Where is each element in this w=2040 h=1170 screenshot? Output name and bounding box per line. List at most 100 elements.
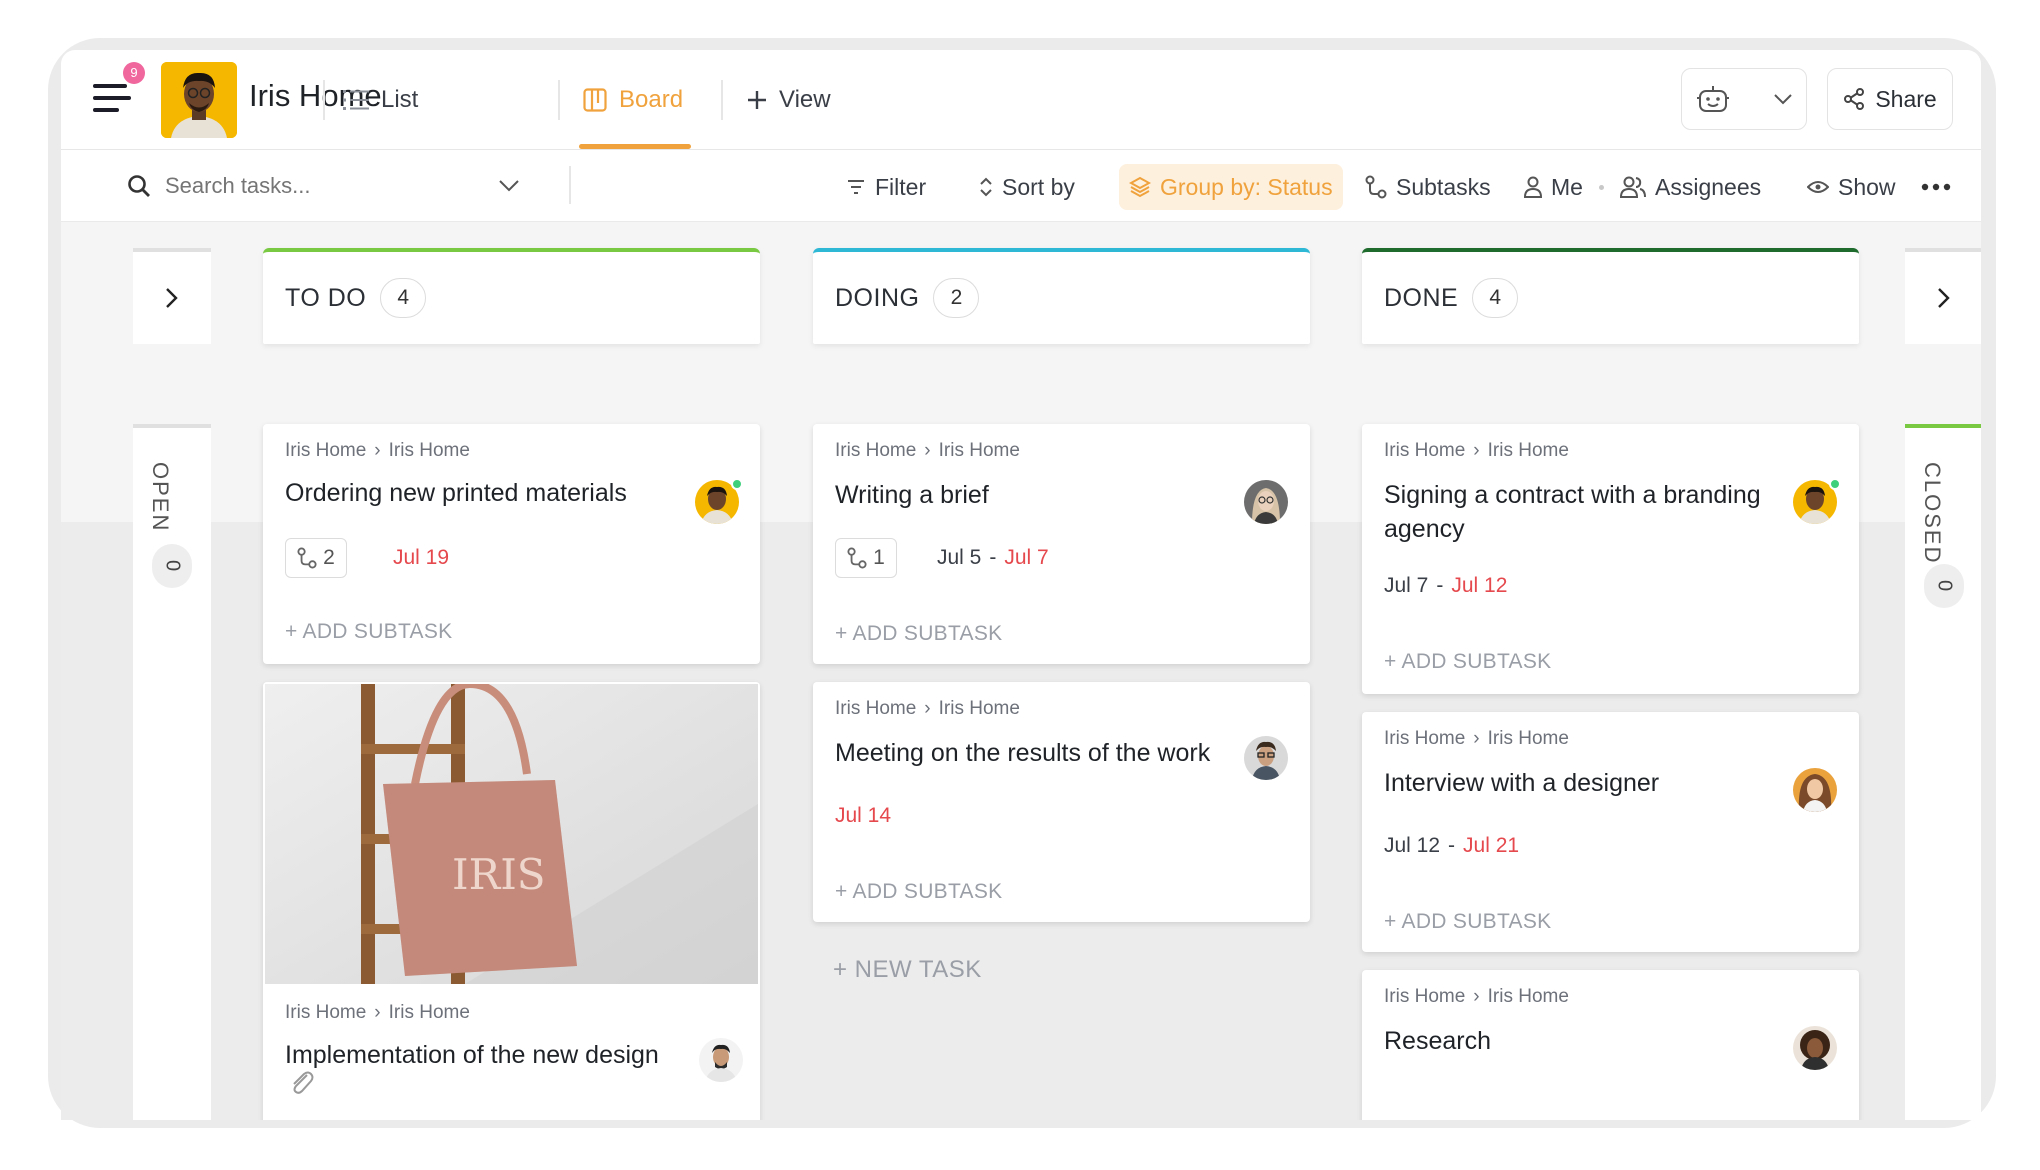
- filter-label: Filter: [875, 173, 927, 200]
- group-label: OPEN: [148, 462, 173, 533]
- new-task-button[interactable]: + NEW TASK: [833, 956, 982, 984]
- group-by-button[interactable]: Group by: Status: [1119, 164, 1343, 210]
- subtasks-button[interactable]: Subtasks: [1355, 164, 1501, 210]
- subtask-count-badge[interactable]: 1: [835, 538, 897, 578]
- group-count: 0: [152, 544, 192, 588]
- task-card[interactable]: Iris Home › Iris Home Meeting on the resul…: [813, 682, 1310, 922]
- filter-button[interactable]: Filter: [836, 164, 936, 210]
- tab-list[interactable]: List: [343, 72, 418, 128]
- cover-image: IRIS: [265, 684, 758, 984]
- add-subtask-button[interactable]: + ADD SUBTASK: [1384, 910, 1551, 934]
- assignee-avatar[interactable]: [699, 1038, 743, 1082]
- online-indicator: [1829, 478, 1841, 490]
- sort-button[interactable]: Sort by: [969, 164, 1085, 210]
- divider: [323, 80, 325, 120]
- group-closed-collapsed[interactable]: CLOSED 0: [1905, 424, 1981, 1120]
- top-bar: 9 Iris Home List Board View Share: [61, 50, 1981, 150]
- chevron-right-icon: [166, 288, 178, 308]
- due-date[interactable]: Jul 14: [835, 804, 891, 828]
- add-subtask-button[interactable]: + ADD SUBTASK: [1384, 650, 1551, 674]
- subtask-count-badge[interactable]: 2: [285, 538, 347, 578]
- attachment-icon[interactable]: [287, 1068, 317, 1098]
- column-title: DONE: [1384, 283, 1459, 312]
- task-card[interactable]: Iris Home › Iris Home Signing a contract w…: [1362, 424, 1859, 694]
- search-input[interactable]: [165, 173, 485, 199]
- task-title: Ordering new printed materials: [285, 479, 627, 507]
- users-icon: [1620, 176, 1646, 198]
- divider: [569, 166, 571, 204]
- assignee-avatar[interactable]: [1244, 480, 1288, 524]
- breadcrumb: Iris Home › Iris Home: [1384, 986, 1569, 1007]
- toolbar: Filter Sort by Group by: Status Subtasks…: [61, 150, 1981, 222]
- add-subtask-button[interactable]: + ADD SUBTASK: [835, 622, 1002, 646]
- search-box[interactable]: [127, 166, 567, 206]
- date-range[interactable]: Jul 12- Jul 21: [1384, 834, 1519, 858]
- task-card[interactable]: Iris Home › Iris Home Ordering new printed…: [263, 424, 760, 664]
- due-date[interactable]: Jul 19: [393, 546, 449, 570]
- task-title: Meeting on the results of the work: [835, 739, 1211, 767]
- assignees-label: Assignees: [1655, 173, 1762, 200]
- group-by-label: Group by: Status: [1160, 173, 1333, 200]
- task-title: Implementation of the new design: [285, 1041, 659, 1069]
- tab-board[interactable]: Board: [583, 72, 683, 128]
- breadcrumb: Iris Home › Iris Home: [1384, 440, 1569, 461]
- separator-dot: [1599, 185, 1604, 190]
- bag-logo-text: IRIS: [452, 850, 546, 899]
- tab-board-label: Board: [619, 86, 684, 113]
- divider: [558, 80, 560, 120]
- more-options-button[interactable]: [1911, 164, 1961, 210]
- assignee-avatar[interactable]: [1793, 768, 1837, 812]
- automation-dropdown[interactable]: [1681, 68, 1807, 130]
- task-card[interactable]: Iris Home › Iris Home Interview with a des…: [1362, 712, 1859, 952]
- task-card[interactable]: Iris Home › Iris Home Writing a brief 1 Ju…: [813, 424, 1310, 664]
- breadcrumb: Iris Home › Iris Home: [835, 698, 1020, 719]
- user-icon: [1524, 176, 1542, 198]
- subtasks-label: Subtasks: [1396, 173, 1491, 200]
- share-button[interactable]: Share: [1827, 68, 1953, 130]
- column-header-todo[interactable]: TO DO 4: [263, 248, 760, 344]
- assignees-button[interactable]: Assignees: [1610, 164, 1771, 210]
- chevron-down-icon[interactable]: [499, 180, 519, 192]
- chevron-down-icon: [1774, 94, 1792, 105]
- board-icon: [583, 88, 607, 112]
- date-range[interactable]: Jul 5- Jul 7: [937, 546, 1049, 570]
- assignee-avatar[interactable]: [1244, 736, 1288, 780]
- show-button[interactable]: Show: [1797, 164, 1906, 210]
- divider: [721, 80, 723, 120]
- expand-right-button[interactable]: [1905, 248, 1981, 344]
- tab-list-label: List: [381, 86, 419, 113]
- column-count: 4: [1472, 278, 1519, 318]
- online-indicator: [731, 478, 743, 490]
- me-filter-button[interactable]: Me: [1514, 164, 1593, 210]
- workspace-avatar[interactable]: [161, 62, 237, 138]
- search-icon: [128, 175, 150, 197]
- add-subtask-button[interactable]: + ADD SUBTASK: [835, 880, 1002, 904]
- menu-icon[interactable]: [93, 84, 131, 114]
- group-label: CLOSED: [1920, 462, 1945, 565]
- subtask-icon: [297, 547, 317, 569]
- robot-icon: [1697, 86, 1729, 112]
- show-label: Show: [1838, 173, 1896, 200]
- column-header-done[interactable]: DONE 4: [1362, 248, 1859, 344]
- task-card[interactable]: IRIS Iris Home › Iris Home Implementation …: [263, 682, 760, 1120]
- add-view-button[interactable]: View: [747, 72, 831, 128]
- add-subtask-button[interactable]: + ADD SUBTASK: [285, 620, 452, 644]
- column-title: DOING: [835, 283, 920, 312]
- date-range[interactable]: Jul 7- Jul 12: [1384, 574, 1507, 598]
- share-label: Share: [1875, 85, 1937, 112]
- column-title: TO DO: [285, 283, 367, 312]
- eye-icon: [1807, 181, 1829, 193]
- layers-icon: [1129, 176, 1151, 198]
- column-count: 2: [933, 278, 980, 318]
- me-label: Me: [1551, 173, 1583, 200]
- active-tab-indicator: [579, 144, 691, 149]
- column-header-doing[interactable]: DOING 2: [813, 248, 1310, 344]
- task-card[interactable]: Iris Home › Iris Home Research: [1362, 970, 1859, 1120]
- notification-badge: 9: [123, 62, 145, 84]
- group-open-collapsed[interactable]: OPEN 0: [133, 424, 211, 1120]
- expand-left-button[interactable]: [133, 248, 211, 344]
- task-title: Interview with a designer: [1384, 769, 1660, 797]
- list-icon: [343, 90, 369, 110]
- sort-label: Sort by: [1002, 173, 1075, 200]
- assignee-avatar[interactable]: [1793, 1026, 1837, 1070]
